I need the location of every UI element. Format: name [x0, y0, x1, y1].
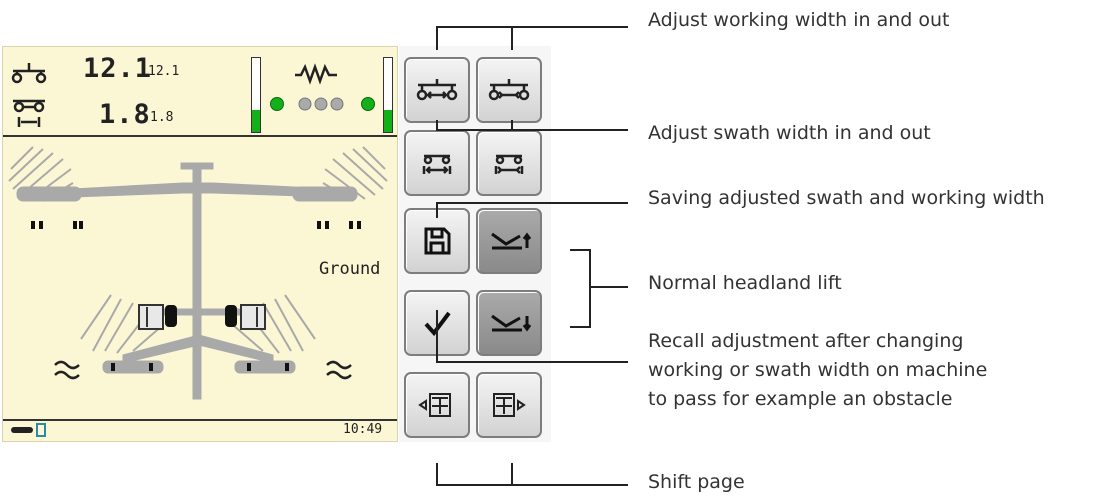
- callout-recall-line2: working or swath width on machine: [648, 359, 988, 381]
- callout-lines: [436, 26, 628, 486]
- callout-swath-width: Adjust swath width in and out: [648, 122, 931, 144]
- callout-working-width: Adjust working width in and out: [648, 9, 950, 31]
- callout-headland-lift: Normal headland lift: [648, 272, 842, 294]
- callout-saving: Saving adjusted swath and working width: [648, 187, 1045, 209]
- callout-shift-page: Shift page: [648, 471, 745, 493]
- callout-recall-line3: to pass for example an obstacle: [648, 388, 953, 410]
- callout-recall-line1: Recall adjustment after changing: [648, 330, 964, 352]
